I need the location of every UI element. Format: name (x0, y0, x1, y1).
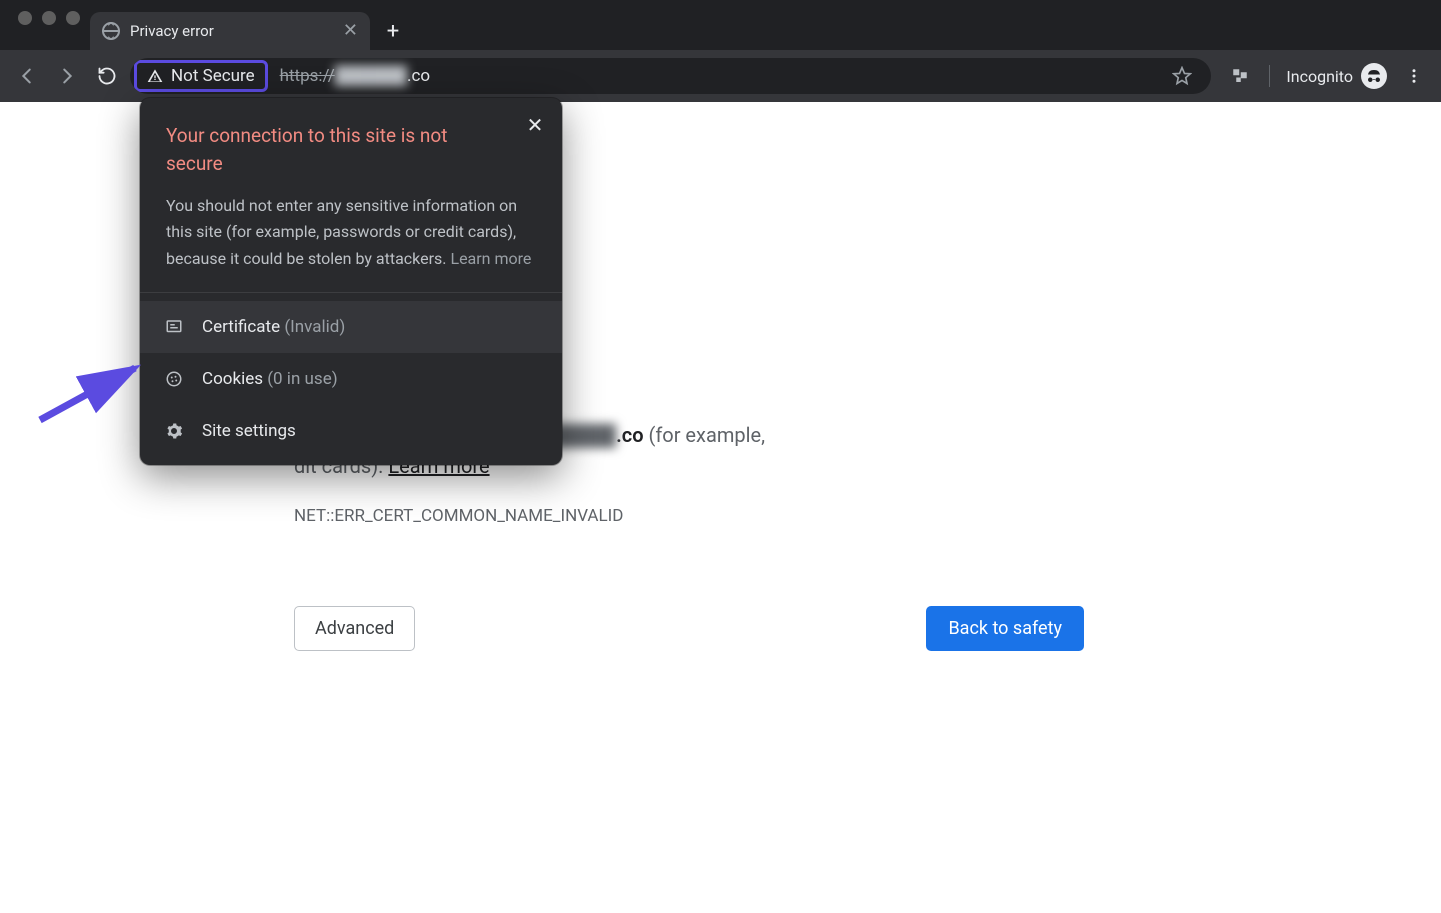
incognito-icon (1361, 63, 1387, 89)
certificate-label: Certificate (202, 317, 280, 337)
popup-learn-more-link[interactable]: Learn more (450, 249, 531, 268)
tab-bar: Privacy error ✕ + (0, 0, 1441, 50)
error-actions: Advanced Back to safety (294, 606, 1084, 651)
certificate-icon (164, 318, 184, 336)
url-domain: .co (407, 66, 430, 86)
url-text: https:// ██████ .co (280, 66, 430, 86)
traffic-light[interactable] (18, 11, 32, 25)
close-icon[interactable]: ✕ (522, 112, 548, 138)
error-body-domain: .co (616, 423, 643, 447)
forward-button[interactable] (50, 59, 84, 93)
toolbar-actions: Incognito (1223, 59, 1431, 93)
close-tab-icon[interactable]: ✕ (343, 22, 358, 40)
not-secure-label: Not Secure (171, 66, 255, 86)
window-controls (10, 0, 90, 50)
incognito-label: Incognito (1286, 67, 1353, 86)
tab-title: Privacy error (130, 22, 214, 40)
site-settings-row[interactable]: Site settings (140, 405, 562, 457)
separator (1269, 65, 1270, 87)
extension-icon[interactable] (1223, 59, 1257, 93)
new-tab-button[interactable]: + (376, 14, 410, 48)
browser-tab[interactable]: Privacy error ✕ (90, 12, 370, 50)
popup-list: Certificate (Invalid) Cookies (0 in use)… (140, 292, 562, 465)
advanced-button[interactable]: Advanced (294, 606, 415, 651)
warning-icon (147, 68, 163, 84)
site-security-chip[interactable]: Not Secure (134, 60, 268, 92)
menu-button[interactable] (1397, 59, 1431, 93)
globe-icon (102, 22, 120, 40)
traffic-light[interactable] (66, 11, 80, 25)
popup-title: Your connection to this site is not secu… (166, 122, 536, 177)
cookies-count: (0 in use) (267, 369, 337, 389)
annotation-arrow (30, 350, 150, 430)
url-protocol: https:// (280, 66, 335, 86)
back-to-safety-button[interactable]: Back to safety (926, 606, 1084, 651)
error-code: NET::ERR_CERT_COMMON_NAME_INVALID (294, 506, 1084, 526)
cookies-row[interactable]: Cookies (0 in use) (140, 353, 562, 405)
popup-body: You should not enter any sensitive infor… (166, 193, 536, 272)
certificate-status: (Invalid) (284, 317, 345, 337)
cookie-icon (164, 370, 184, 388)
bookmark-star-icon[interactable] (1165, 59, 1199, 93)
toolbar: Not Secure https:// ██████ .co Incognito (0, 50, 1441, 102)
site-settings-label: Site settings (202, 421, 296, 441)
url-redacted: ██████ (335, 66, 407, 86)
back-button[interactable] (10, 59, 44, 93)
error-body-text: (for example, (644, 423, 765, 447)
site-info-popup: ✕ Your connection to this site is not se… (140, 98, 562, 465)
certificate-row[interactable]: Certificate (Invalid) (140, 301, 562, 353)
incognito-indicator[interactable]: Incognito (1282, 63, 1391, 89)
traffic-light[interactable] (42, 11, 56, 25)
gear-icon (164, 422, 184, 440)
cookies-label: Cookies (202, 369, 263, 389)
address-bar[interactable]: Not Secure https:// ██████ .co (130, 58, 1211, 94)
reload-button[interactable] (90, 59, 124, 93)
